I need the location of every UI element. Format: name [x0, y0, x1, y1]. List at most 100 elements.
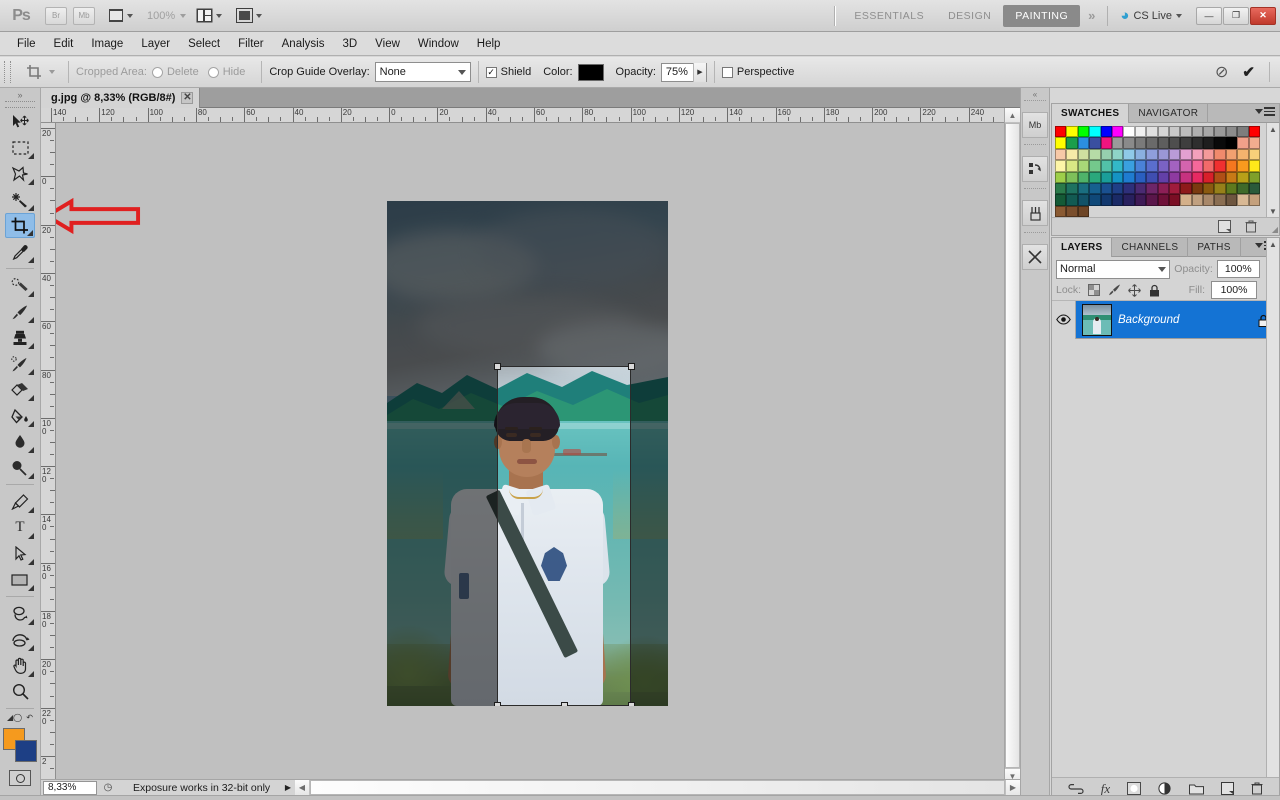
- color-swatch[interactable]: [1055, 126, 1067, 138]
- color-swatch[interactable]: [1134, 194, 1147, 206]
- color-swatch[interactable]: [1055, 205, 1067, 218]
- color-swatch[interactable]: [1191, 137, 1204, 149]
- color-swatch[interactable]: [1191, 171, 1204, 183]
- perspective-checkbox[interactable]: Perspective: [721, 66, 794, 78]
- color-swatch[interactable]: [1111, 148, 1124, 161]
- color-swatch[interactable]: [1055, 194, 1067, 206]
- delete-layer-icon[interactable]: [1251, 782, 1263, 795]
- opacity-slider-arrow-icon[interactable]: ▶: [692, 62, 706, 82]
- lock-transparent-pixels-icon[interactable]: [1087, 283, 1101, 297]
- color-swatch[interactable]: [1089, 171, 1101, 183]
- tool-path-selection[interactable]: [5, 541, 35, 566]
- color-swatch[interactable]: [1203, 137, 1215, 149]
- color-swatch[interactable]: [1157, 182, 1169, 195]
- color-swatch[interactable]: [1134, 126, 1147, 138]
- tool-gradient[interactable]: [5, 403, 35, 428]
- lock-all-icon[interactable]: [1147, 283, 1161, 297]
- color-swatch[interactable]: [1077, 194, 1090, 206]
- arrange-documents-button[interactable]: [192, 4, 226, 28]
- status-expand-icon[interactable]: ▶: [281, 783, 295, 792]
- tab-channels[interactable]: CHANNELS: [1112, 238, 1189, 257]
- workspace-more-button[interactable]: »: [1080, 8, 1103, 23]
- color-swatch[interactable]: [1066, 126, 1078, 138]
- color-swatch[interactable]: [1157, 194, 1169, 206]
- menu-view[interactable]: View: [366, 35, 409, 53]
- tool-hand[interactable]: [5, 653, 35, 678]
- color-swatch[interactable]: [1134, 171, 1147, 183]
- color-swatch[interactable]: [1237, 126, 1249, 138]
- commit-crop-icon[interactable]: ✔: [1242, 63, 1255, 81]
- lock-image-pixels-icon[interactable]: [1107, 283, 1121, 297]
- color-swatch[interactable]: [1077, 126, 1090, 138]
- menu-help[interactable]: Help: [468, 35, 510, 53]
- color-swatch[interactable]: [1248, 171, 1261, 183]
- scroll-down-icon[interactable]: ▼: [1269, 207, 1277, 216]
- close-icon[interactable]: ✕: [181, 92, 194, 104]
- color-swatch[interactable]: [1237, 194, 1249, 206]
- delete-radio[interactable]: Delete: [151, 66, 199, 78]
- canvas-vertical-scrollbar[interactable]: ▲ ▼: [1004, 108, 1020, 785]
- tool-history-brush[interactable]: [5, 351, 35, 376]
- shield-opacity-input[interactable]: 75% ▶: [660, 62, 707, 82]
- tool-preset-picker[interactable]: [17, 61, 61, 83]
- color-swatch[interactable]: [1123, 160, 1135, 172]
- horizontal-ruler[interactable]: 140 120 100 80 60 40 20 0 20 40 60 80 100 120 140 160 18…: [41, 108, 1020, 123]
- new-layer-icon[interactable]: [1221, 782, 1235, 795]
- color-swatch[interactable]: [1123, 182, 1135, 195]
- color-swatch[interactable]: [1146, 182, 1158, 195]
- color-swatch[interactable]: [1180, 171, 1192, 183]
- color-swatch[interactable]: [1237, 182, 1249, 195]
- color-swatch[interactable]: [1157, 126, 1169, 138]
- workspace-design[interactable]: DESIGN: [936, 5, 1003, 27]
- menu-3d[interactable]: 3D: [333, 35, 366, 53]
- new-group-icon[interactable]: [1189, 783, 1205, 795]
- layer-row-background[interactable]: Background: [1052, 300, 1279, 339]
- scroll-left-icon[interactable]: ◀: [295, 780, 310, 795]
- layer-mask-icon[interactable]: [1127, 782, 1142, 795]
- tool-blur[interactable]: [5, 429, 35, 454]
- color-swatch[interactable]: [1123, 126, 1135, 138]
- menu-image[interactable]: Image: [82, 35, 132, 53]
- color-swatch[interactable]: [1111, 182, 1124, 195]
- color-swatch[interactable]: [1214, 126, 1226, 138]
- scroll-up-icon[interactable]: ▲: [1269, 125, 1277, 134]
- scroll-right-icon[interactable]: ▶: [1005, 780, 1020, 795]
- color-swatch[interactable]: [1248, 194, 1261, 206]
- color-swatch[interactable]: [1203, 148, 1215, 161]
- tab-swatches[interactable]: SWATCHES: [1052, 104, 1130, 123]
- color-swatch[interactable]: [1237, 171, 1249, 183]
- options-bar-grip[interactable]: [4, 61, 11, 83]
- zoom-chevron-down-icon[interactable]: [180, 13, 187, 18]
- layer-visibility-toggle[interactable]: [1052, 300, 1076, 339]
- color-swatch[interactable]: [1203, 182, 1215, 195]
- color-swatch[interactable]: [1168, 148, 1181, 161]
- crop-handle-bottom-left[interactable]: [494, 702, 501, 706]
- new-swatch-icon[interactable]: [1218, 220, 1231, 233]
- workspace-painting[interactable]: PAINTING: [1003, 4, 1081, 27]
- tool-rectangle[interactable]: [5, 567, 35, 592]
- color-swatch[interactable]: [1111, 194, 1124, 206]
- scroll-up-icon[interactable]: ▲: [1269, 240, 1277, 249]
- color-swatch[interactable]: [1214, 194, 1226, 206]
- color-swatch[interactable]: [1077, 137, 1090, 149]
- crop-handle-top-left[interactable]: [494, 363, 501, 370]
- tool-eyedropper[interactable]: [5, 239, 35, 264]
- color-swatch[interactable]: [1180, 182, 1192, 195]
- tool-crop[interactable]: [5, 213, 35, 238]
- color-swatch[interactable]: [1089, 194, 1101, 206]
- dock-mini-bridge[interactable]: Mb: [1022, 112, 1048, 138]
- vertical-scroll-thumb[interactable]: [1005, 123, 1020, 768]
- color-swatch[interactable]: [1089, 137, 1101, 149]
- layer-opacity-input[interactable]: 100%: [1216, 260, 1260, 278]
- color-swatch[interactable]: [1100, 137, 1112, 149]
- tool-healing-brush[interactable]: [5, 273, 35, 298]
- crop-handle-bottom-right[interactable]: [628, 702, 635, 706]
- color-swatch[interactable]: [1168, 137, 1181, 149]
- shield-checkbox[interactable]: ✓ Shield: [485, 66, 531, 78]
- color-swatch[interactable]: [1191, 160, 1204, 172]
- dock-tool-presets[interactable]: [1022, 244, 1048, 270]
- color-swatch[interactable]: [1203, 160, 1215, 172]
- adjustment-layer-icon[interactable]: [1158, 782, 1172, 795]
- close-button[interactable]: ✕: [1250, 6, 1276, 25]
- color-swatch[interactable]: [1089, 126, 1101, 138]
